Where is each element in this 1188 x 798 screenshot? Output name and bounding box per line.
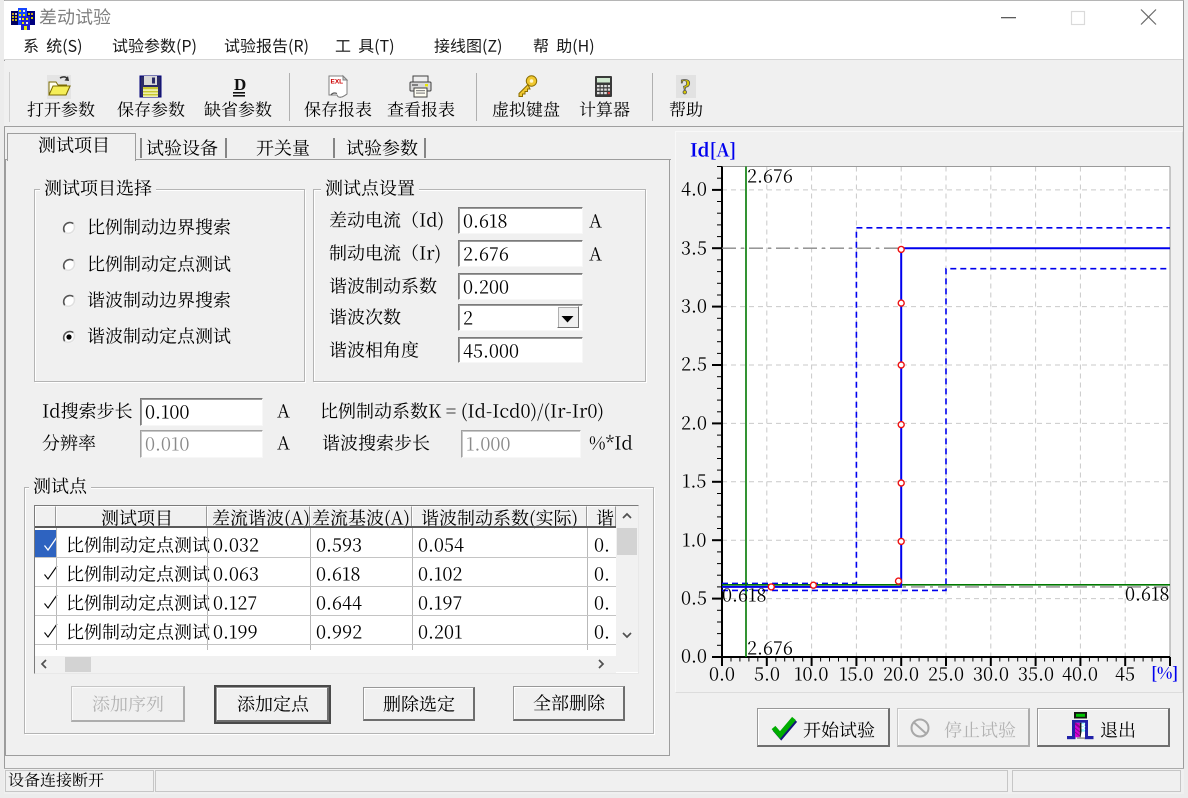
svg-text:D: D xyxy=(234,75,246,94)
svg-text:?: ? xyxy=(680,74,691,99)
svg-text:EXL: EXL xyxy=(331,79,344,86)
